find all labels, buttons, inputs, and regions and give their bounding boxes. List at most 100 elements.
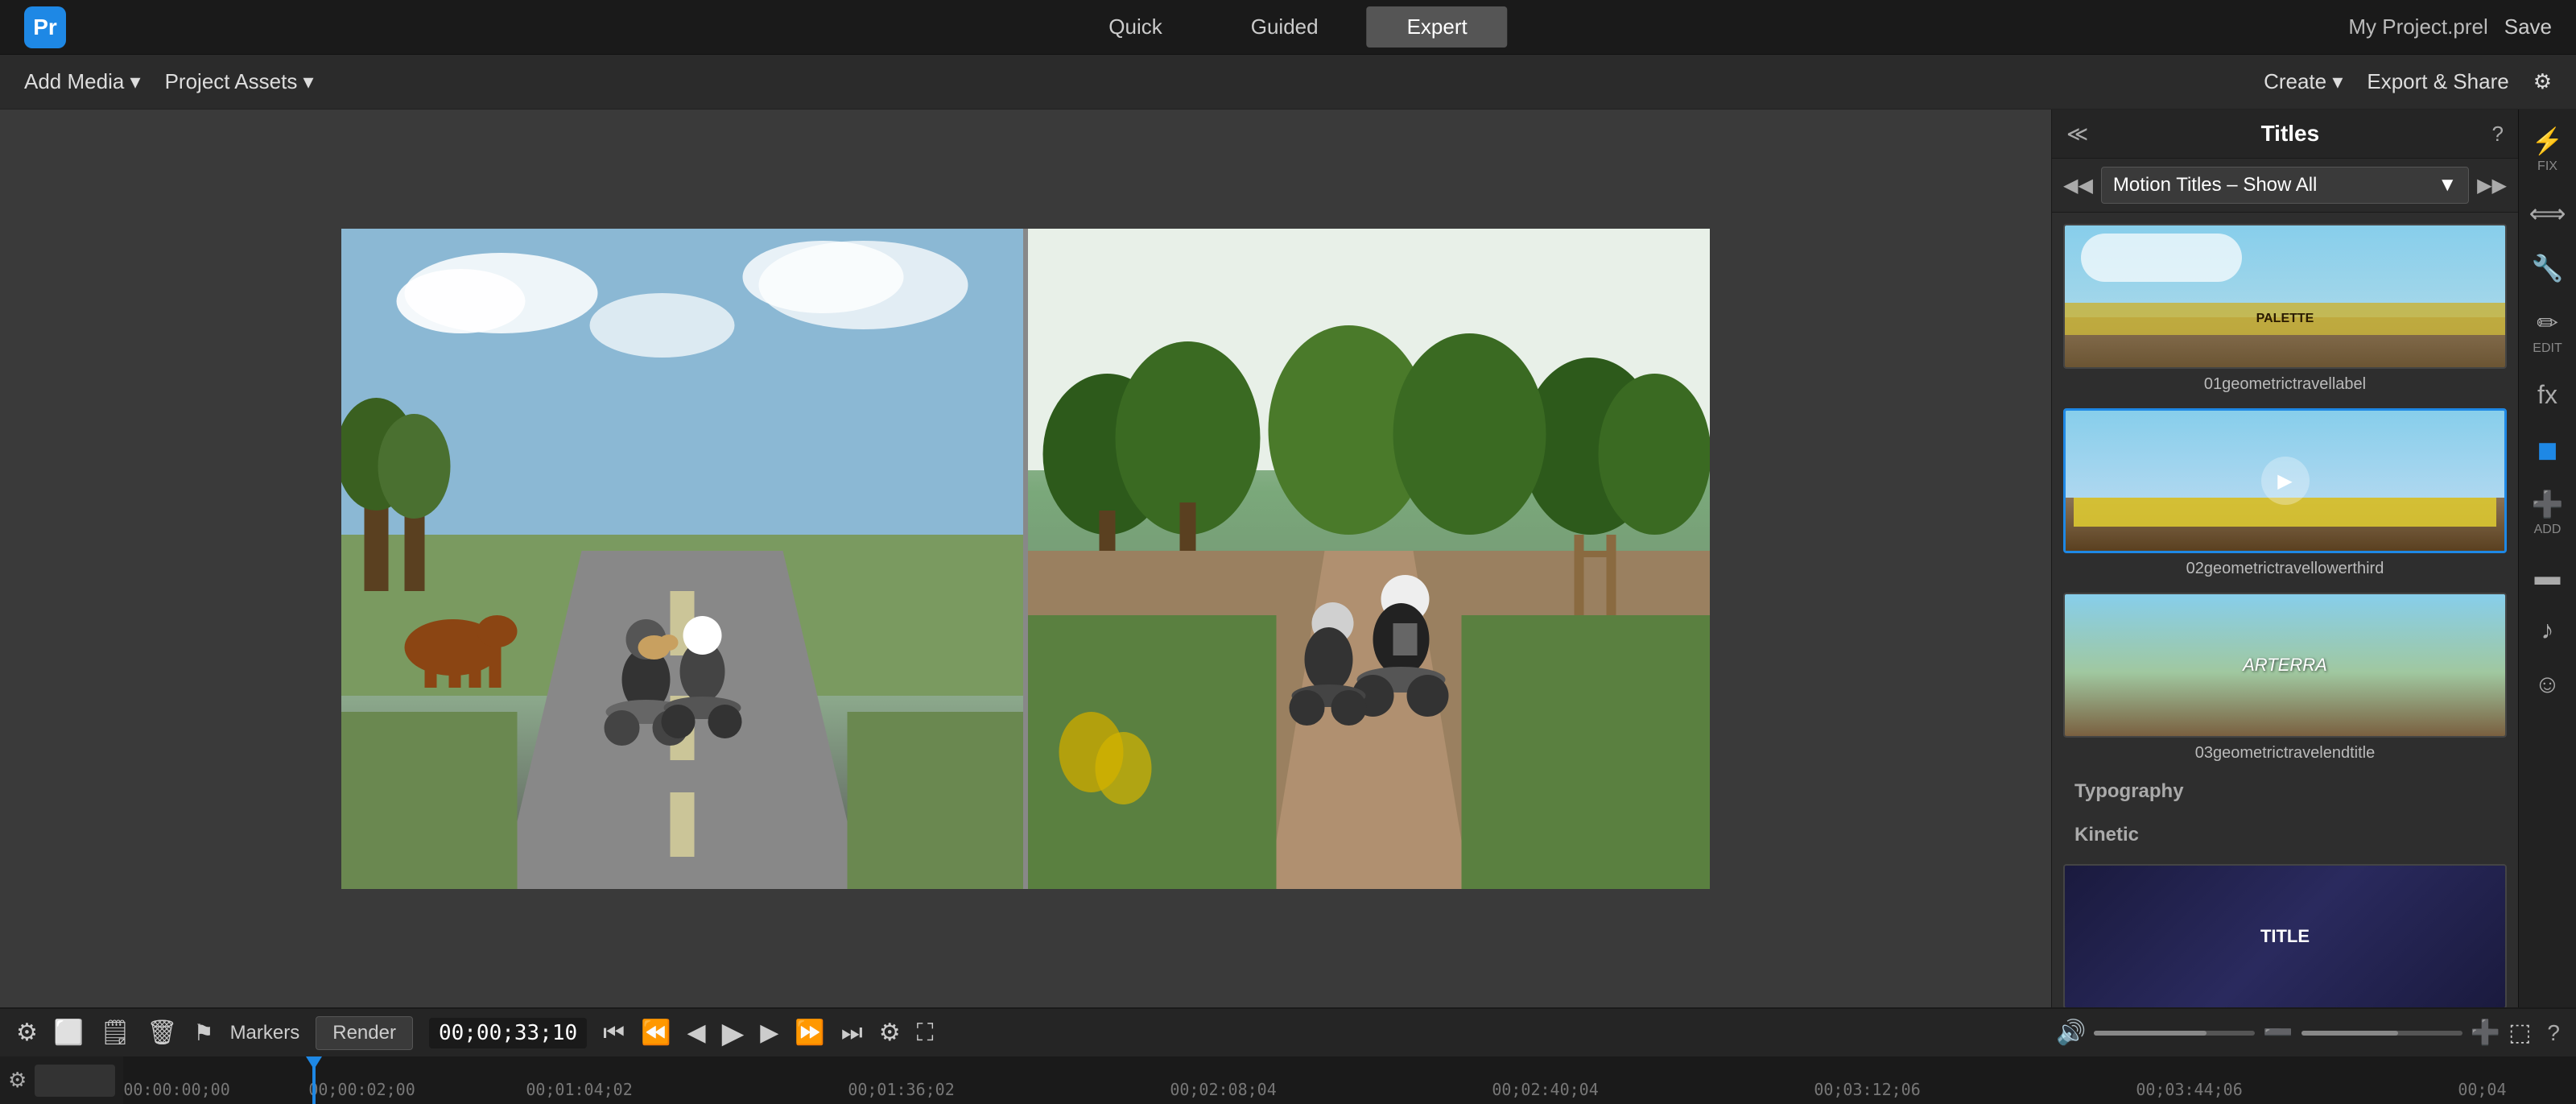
zoom-in-button[interactable]: ➕ — [2471, 1019, 2500, 1047]
fullscreen-button[interactable]: ⛶ — [917, 1019, 934, 1047]
title-thumb-1[interactable]: PALETTE — [2063, 224, 2507, 369]
tool-options-button[interactable]: ⚙ — [16, 1019, 38, 1047]
timecode-display: 00;00;33;10 — [429, 1018, 587, 1048]
settings-button[interactable]: ⚙ — [2533, 69, 2552, 94]
title-label-2: 02geometrictravellowerthird — [2063, 560, 2507, 578]
delete-button[interactable]: 🗑 — [147, 1019, 177, 1047]
thumb4-text: TITLE — [2260, 926, 2310, 947]
color-button[interactable]: ◼ — [2537, 434, 2558, 465]
add-button[interactable]: ➕ ADD — [2532, 489, 2564, 537]
frame-fwd-button[interactable]: ▶ — [760, 1019, 778, 1047]
media-button[interactable]: ▬ — [2535, 561, 2561, 591]
fix-label: FIX — [2537, 159, 2557, 174]
project-assets-button[interactable]: Project Assets ▾ — [165, 69, 314, 94]
zoom-out-button[interactable]: ➖ — [2263, 1019, 2293, 1047]
zoom-track[interactable] — [2301, 1031, 2462, 1036]
wrench-icon: 🔧 — [2532, 253, 2564, 283]
volume-slider-area: 🔊 ➖ ➕ ⬚ — [2056, 1019, 2531, 1047]
smart-trim-button[interactable]: ⬜ — [54, 1019, 84, 1047]
title-thumb-kinetic[interactable]: TITLE — [2063, 864, 2507, 1007]
add-media-button[interactable]: Add Media ▾ — [24, 69, 141, 94]
title-thumb-2[interactable]: ▶ — [2063, 408, 2507, 553]
title-item-3[interactable]: ARTERRA 03geometrictravelendtitle — [2063, 593, 2507, 763]
audio-button[interactable]: ♪ — [2541, 615, 2554, 645]
titles-panel: ≪ Titles ? ◀◀ Motion Titles – Show All ▼… — [2051, 110, 2518, 1007]
video-left — [341, 229, 1023, 889]
mode-guided[interactable]: Guided — [1211, 6, 1359, 48]
frame-back-button[interactable]: ◀ — [687, 1019, 706, 1047]
thumb3-title-text: ARTERRA — [2243, 655, 2327, 676]
titles-panel-collapse-left[interactable]: ≪ — [2066, 122, 2088, 147]
top-bar: Pr Quick Guided Expert My Project.prel S… — [0, 0, 2576, 55]
mute-button[interactable]: 🔊 — [2056, 1019, 2086, 1047]
go-start-button[interactable]: ⏮ — [603, 1019, 625, 1047]
fx-icon: fx — [2537, 380, 2557, 410]
timeline-left-tools: ⚙ — [8, 1065, 123, 1097]
project-assets-label: Project Assets ▾ — [165, 69, 314, 94]
go-end-button[interactable]: ⏭ — [841, 1019, 863, 1047]
timeline-ruler[interactable]: 00:00:00;00 00;00:02;00 00;01:04;02 00;0… — [123, 1056, 2576, 1104]
fit-button[interactable]: ⬚ — [2508, 1019, 2531, 1047]
add-label: ADD — [2534, 523, 2562, 537]
title-item-kinetic[interactable]: TITLE — [2063, 864, 2507, 1007]
timemark-3: 00;01:36;02 — [848, 1080, 954, 1099]
fix-button[interactable]: ⚡ FIX — [2532, 126, 2564, 174]
titles-dropdown[interactable]: Motion Titles – Show All ▼ — [2101, 167, 2469, 204]
waveform-toggle[interactable] — [35, 1065, 115, 1097]
project-name: My Project.prel — [2348, 14, 2487, 39]
playhead[interactable] — [312, 1056, 316, 1104]
volume-fill — [2094, 1031, 2207, 1036]
title-label-3: 03geometrictravelendtitle — [2063, 744, 2507, 763]
color-icon: ◼ — [2537, 434, 2558, 465]
markers-flag-icon: ⚑ — [193, 1019, 213, 1046]
add-icon: ➕ — [2532, 489, 2564, 519]
help-button[interactable]: ? — [2547, 1020, 2560, 1046]
thumb-title-text-1: PALETTE — [2256, 312, 2314, 326]
titles-panel-help[interactable]: ? — [2492, 122, 2504, 147]
clip-button[interactable]: 🗒 — [100, 1019, 130, 1047]
preview-area — [0, 110, 2051, 1007]
markers-label: Markers — [230, 1022, 300, 1044]
volume-track[interactable] — [2094, 1031, 2255, 1036]
fx-button[interactable]: fx — [2537, 380, 2557, 410]
create-button[interactable]: Create ▾ — [2264, 69, 2343, 94]
export-button[interactable]: Export & Share — [2367, 69, 2508, 94]
fix-icon: ⚡ — [2532, 126, 2564, 156]
app-logo: Pr — [24, 6, 66, 48]
titles-panel-header-icons: ? — [2492, 122, 2504, 147]
edit-button[interactable]: ✏ EDIT — [2533, 308, 2562, 356]
timemark-7: 00;03:44;06 — [2136, 1080, 2242, 1099]
bottom-controls: ⚙ ⬜ 🗒 🗑 ⚑ Markers Render 00;00;33;10 ⏮ ⏪… — [0, 1007, 2576, 1104]
step-back-button[interactable]: ⏪ — [641, 1019, 671, 1047]
mode-quick[interactable]: Quick — [1068, 6, 1202, 48]
section-kinetic: Kinetic — [2063, 821, 2507, 850]
emoji-button[interactable]: ☺ — [2534, 669, 2561, 699]
collapse-right-button[interactable]: ⟺ — [2529, 198, 2566, 229]
render-button[interactable]: Render — [316, 1016, 413, 1050]
nav-arrow-right[interactable]: ▶▶ — [2477, 174, 2507, 197]
step-fwd-button[interactable]: ⏩ — [795, 1019, 824, 1047]
timemark-5: 00;02:40;04 — [1492, 1080, 1598, 1099]
video-frame — [341, 229, 1710, 889]
play-button[interactable]: ▶ — [722, 1016, 745, 1050]
video-right — [1028, 229, 1710, 889]
titles-panel-title: Titles — [2261, 121, 2320, 147]
save-button[interactable]: Save — [2504, 14, 2552, 39]
mode-expert[interactable]: Expert — [1367, 6, 1508, 48]
tools-button[interactable]: 🔧 — [2532, 253, 2564, 283]
clip-settings-button[interactable]: ⚙ — [879, 1019, 901, 1047]
audio-icon: ♪ — [2541, 615, 2554, 645]
title-item-1[interactable]: PALETTE 01geometrictravellabel — [2063, 224, 2507, 394]
titles-panel-header: ≪ Titles ? — [2052, 110, 2518, 159]
playback-bar: ⚙ ⬜ 🗒 🗑 ⚑ Markers Render 00;00;33;10 ⏮ ⏪… — [0, 1009, 2576, 1056]
edit-icon: ✏ — [2537, 308, 2558, 338]
nav-arrow-left[interactable]: ◀◀ — [2063, 174, 2093, 197]
title-thumb-3[interactable]: ARTERRA — [2063, 593, 2507, 738]
play-overlay-2[interactable]: ▶ — [2261, 457, 2310, 505]
timeline-settings-button[interactable]: ⚙ — [8, 1068, 27, 1093]
timeline-bar: ⚙ 00:00:00;00 00;00:02;00 00;01:04;02 00… — [0, 1056, 2576, 1104]
titles-dropdown-bar: ◀◀ Motion Titles – Show All ▼ ▶▶ — [2052, 159, 2518, 213]
titles-dropdown-arrow: ▼ — [2438, 174, 2457, 196]
title-item-2[interactable]: ▶ 02geometrictravellowerthird — [2063, 408, 2507, 578]
main-area: ≪ Titles ? ◀◀ Motion Titles – Show All ▼… — [0, 110, 2576, 1007]
